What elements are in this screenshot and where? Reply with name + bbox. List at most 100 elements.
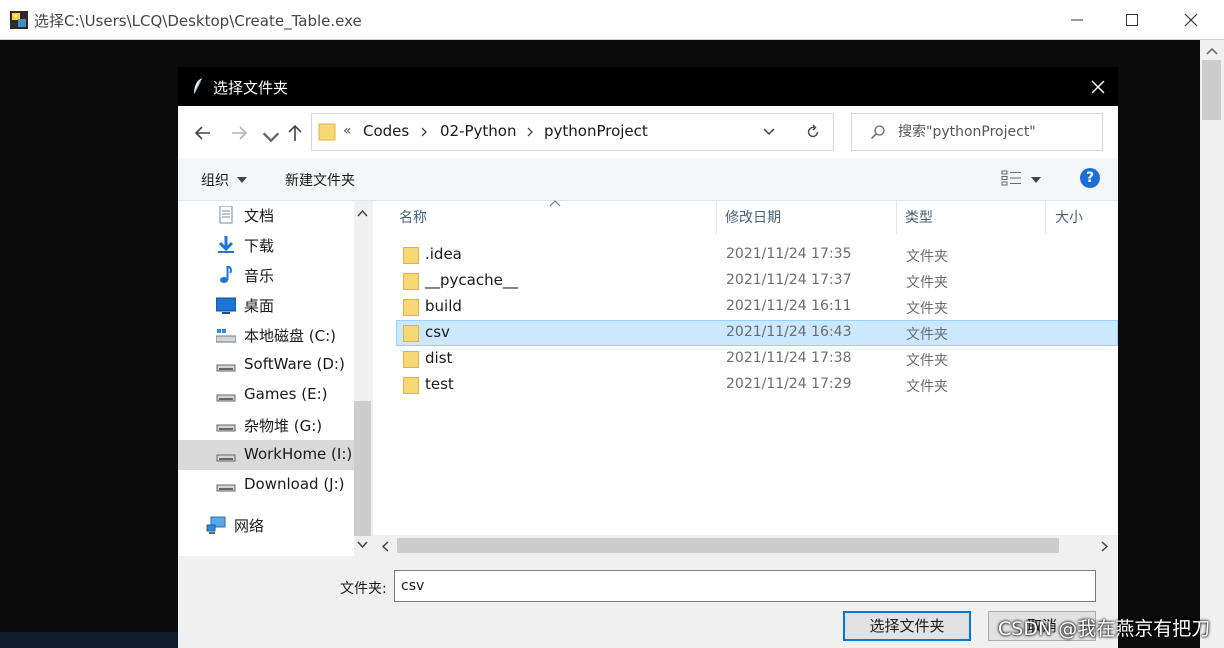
nav-item-label: 本地磁盘 (C:) [244, 327, 336, 345]
chevron-right-icon[interactable] [526, 126, 534, 138]
file-type: 文件夹 [906, 353, 948, 369]
search-input[interactable] [898, 121, 1094, 143]
chevron-right-icon[interactable] [420, 126, 428, 138]
nav-item-documents[interactable]: 文档 [178, 200, 354, 230]
refresh-button[interactable] [793, 113, 834, 151]
nav-item-label: 桌面 [244, 297, 275, 315]
python-app-icon [10, 11, 28, 29]
file-row[interactable]: build 2021/11/24 16:11 文件夹 [396, 294, 1118, 320]
scroll-up-icon[interactable] [357, 209, 368, 217]
file-row[interactable]: dist 2021/11/24 17:38 文件夹 [396, 346, 1118, 372]
file-modified: 2021/11/24 17:38 [726, 350, 852, 366]
organize-menu[interactable]: 组织 [201, 170, 229, 190]
feather-icon [194, 78, 202, 94]
dialog-title: 选择文件夹 [213, 79, 289, 97]
folder-icon [403, 325, 419, 342]
nav-item-drive-c[interactable]: 本地磁盘 (C:) [178, 320, 354, 350]
nav-item-music[interactable]: 音乐 [178, 260, 354, 290]
file-row[interactable]: test 2021/11/24 17:29 文件夹 [396, 372, 1118, 398]
file-name: test [425, 375, 454, 393]
close-icon [1091, 80, 1105, 94]
nav-item-downloads[interactable]: 下载 [178, 230, 354, 260]
file-row[interactable]: __pycache__ 2021/11/24 17:37 文件夹 [396, 268, 1118, 294]
desktop-icon [216, 297, 236, 314]
caret-down-icon[interactable] [237, 177, 247, 183]
breadcrumb-pythonproject[interactable]: pythonProject [544, 122, 648, 140]
up-arrow-icon[interactable] [284, 122, 306, 144]
console-scrollbar[interactable] [1200, 40, 1224, 648]
navigation-scrollbar[interactable] [354, 201, 371, 556]
search-box[interactable] [851, 113, 1103, 151]
help-icon[interactable]: ? [1080, 168, 1100, 188]
navigation-scroll-thumb[interactable] [354, 401, 371, 536]
column-header-modified[interactable]: 修改日期 [725, 207, 781, 227]
search-icon [870, 125, 885, 140]
scroll-left-icon[interactable] [381, 541, 389, 552]
dialog-close-button[interactable] [1078, 67, 1118, 106]
console-scroll-thumb[interactable] [1202, 60, 1221, 120]
desktop-background-strip [0, 632, 178, 648]
breadcrumb-02-python[interactable]: 02-Python [440, 122, 517, 140]
scroll-down-icon[interactable] [357, 541, 368, 549]
file-list[interactable]: 名称 修改日期 类型 大小 .idea 2021/11/24 17:35 文件夹… [373, 200, 1118, 535]
file-modified: 2021/11/24 16:43 [726, 324, 852, 340]
nav-item-label: 网络 [234, 517, 265, 535]
file-row-selected[interactable]: csv 2021/11/24 16:43 文件夹 [396, 320, 1118, 346]
folder-icon [403, 273, 419, 290]
column-divider[interactable] [1045, 201, 1046, 234]
network-icon [206, 516, 226, 534]
column-header-type[interactable]: 类型 [905, 207, 933, 227]
nav-item-desktop[interactable]: 桌面 [178, 290, 354, 320]
file-name: dist [425, 349, 453, 367]
drive-icon [216, 484, 236, 492]
drive-icon [216, 394, 236, 402]
nav-item-label: SoftWare (D:) [244, 355, 345, 373]
nav-item-drive-j[interactable]: Download (J:) [178, 470, 354, 500]
nav-item-label: 下载 [244, 237, 275, 255]
folder-icon [318, 123, 336, 141]
scroll-right-icon[interactable] [1101, 541, 1109, 552]
nav-item-network[interactable]: 网络 [178, 510, 354, 540]
drive-icon [216, 364, 236, 372]
select-folder-button[interactable]: 选择文件夹 [843, 611, 971, 641]
horizontal-scroll-thumb[interactable] [397, 538, 1059, 553]
maximize-icon [1126, 14, 1138, 26]
address-bar[interactable]: « Codes 02-Python pythonProject [311, 113, 795, 151]
new-folder-button[interactable]: 新建文件夹 [285, 170, 355, 190]
folder-icon [403, 351, 419, 368]
forward-arrow-icon[interactable] [228, 122, 250, 144]
chevron-down-icon[interactable] [762, 127, 776, 137]
navigation-pane[interactable]: 文档 下载 音乐 桌面 本地磁盘 (C:) SoftWare (D:) Game… [178, 201, 354, 556]
recent-locations-chevron-icon[interactable] [260, 126, 282, 148]
document-icon [219, 206, 233, 224]
back-arrow-icon[interactable] [192, 122, 214, 144]
file-type: 文件夹 [906, 275, 948, 291]
column-header-size[interactable]: 大小 [1055, 207, 1083, 227]
outer-window-title: 选择C:\Users\LCQ\Desktop\Create_Table.exe [34, 12, 362, 30]
maximize-button[interactable] [1103, 0, 1161, 39]
caret-down-icon[interactable] [1031, 177, 1041, 183]
sort-ascending-icon [549, 200, 561, 207]
column-divider[interactable] [716, 201, 717, 234]
outer-title-bar: 选择C:\Users\LCQ\Desktop\Create_Table.exe [0, 0, 1224, 40]
column-header-name[interactable]: 名称 [399, 207, 427, 227]
minimize-button[interactable] [1048, 0, 1106, 39]
nav-item-drive-e[interactable]: Games (E:) [178, 380, 354, 410]
file-name: .idea [425, 245, 462, 263]
column-divider[interactable] [896, 201, 897, 234]
breadcrumb-codes[interactable]: Codes [363, 122, 409, 140]
folder-icon [403, 247, 419, 264]
file-list-horizontal-scrollbar[interactable] [373, 536, 1118, 556]
file-modified: 2021/11/24 17:35 [726, 246, 852, 262]
nav-item-drive-i[interactable]: WorkHome (I:) [178, 440, 354, 470]
system-drive-icon [216, 329, 236, 343]
file-row[interactable]: .idea 2021/11/24 17:35 文件夹 [396, 242, 1118, 268]
nav-item-drive-d[interactable]: SoftWare (D:) [178, 350, 354, 380]
breadcrumb-overflow[interactable]: « [343, 123, 352, 139]
view-options-icon[interactable] [1001, 169, 1023, 187]
folder-name-input[interactable] [394, 570, 1096, 602]
close-window-button[interactable] [1162, 0, 1220, 39]
nav-item-drive-g[interactable]: 杂物堆 (G:) [178, 410, 354, 440]
file-modified: 2021/11/24 16:11 [726, 298, 852, 314]
scroll-up-icon[interactable] [1206, 47, 1218, 55]
